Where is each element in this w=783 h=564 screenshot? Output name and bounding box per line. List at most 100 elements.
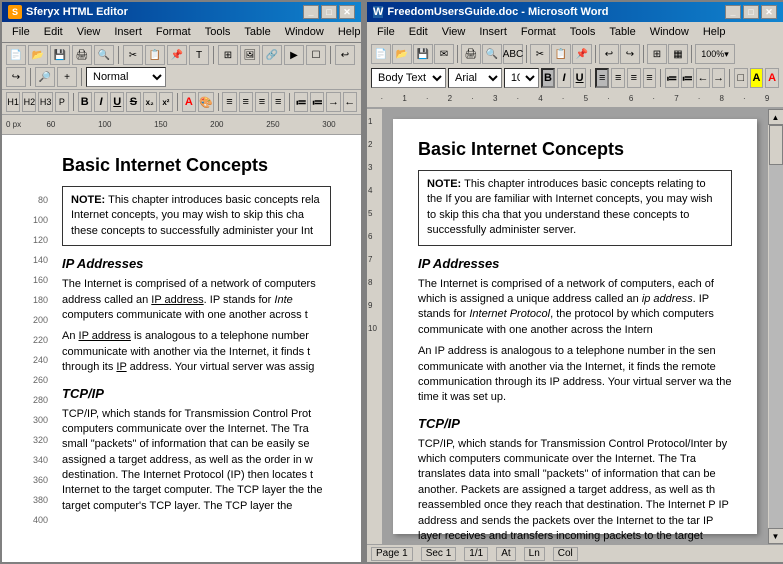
print-btn[interactable]: 🖨 <box>72 45 92 65</box>
word-menu-window[interactable]: Window <box>644 24 695 40</box>
menu-view[interactable]: View <box>71 24 107 40</box>
word-style-dropdown[interactable]: Body Text <box>371 68 446 88</box>
word-cut-btn[interactable]: ✂ <box>530 44 550 64</box>
table-insert-btn[interactable]: ⊞ <box>218 45 238 65</box>
open-btn[interactable]: 📂 <box>28 45 48 65</box>
subscript-btn[interactable]: x₂ <box>143 92 157 112</box>
left-editor-area[interactable]: 80100120140160 180200220240260 280300320… <box>2 135 361 562</box>
new-btn[interactable]: 📄 <box>6 45 26 65</box>
word-preview-btn[interactable]: 🔍 <box>482 44 502 64</box>
menu-table[interactable]: Table <box>238 24 276 40</box>
align-justify-btn[interactable]: ≡ <box>271 92 285 112</box>
ol-btn[interactable]: ≔ <box>310 92 324 112</box>
align-right-btn[interactable]: ≡ <box>255 92 269 112</box>
word-bullets-btn[interactable]: ≔ <box>681 68 695 88</box>
word-column-btn[interactable]: ▦ <box>668 44 688 64</box>
menu-file[interactable]: File <box>6 24 36 40</box>
word-italic-btn[interactable]: I <box>557 68 571 88</box>
word-zoom-btn[interactable]: 100%▾ <box>695 44 735 64</box>
word-email-btn[interactable]: ✉ <box>434 44 454 64</box>
word-increase-indent-btn[interactable]: → <box>712 68 726 88</box>
preview-btn[interactable]: 🔍 <box>94 45 114 65</box>
paste-btn[interactable]: 📌 <box>167 45 187 65</box>
indent-btn[interactable]: → <box>326 92 340 112</box>
align-left-btn[interactable]: ≡ <box>222 92 236 112</box>
word-align-justify-btn[interactable]: ≡ <box>643 68 657 88</box>
word-redo-btn[interactable]: ↪ <box>620 44 640 64</box>
word-align-right-btn[interactable]: ≡ <box>627 68 641 88</box>
word-print-btn[interactable]: 🖨 <box>461 44 481 64</box>
word-menu-view[interactable]: View <box>436 24 472 40</box>
word-menu-table[interactable]: Table <box>603 24 641 40</box>
h1-btn[interactable]: H1 <box>6 92 20 112</box>
word-decrease-indent-btn[interactable]: ← <box>696 68 710 88</box>
word-menu-help[interactable]: Help <box>697 24 732 40</box>
h3-btn[interactable]: H3 <box>38 92 52 112</box>
form-btn[interactable]: ☐ <box>306 45 326 65</box>
minimize-btn[interactable]: _ <box>303 5 319 19</box>
word-menu-format[interactable]: Format <box>515 24 562 40</box>
cut-btn[interactable]: ✂ <box>123 45 143 65</box>
word-outside-border-btn[interactable]: □ <box>734 68 748 88</box>
word-font-dropdown[interactable]: Arial <box>448 68 502 88</box>
menu-help[interactable]: Help <box>332 24 367 40</box>
scroll-up-btn[interactable]: ▲ <box>768 109 783 125</box>
word-new-btn[interactable]: 📄 <box>371 44 391 64</box>
menu-edit[interactable]: Edit <box>38 24 69 40</box>
menu-format[interactable]: Format <box>150 24 197 40</box>
undo-btn[interactable]: ↩ <box>335 45 355 65</box>
style-dropdown[interactable]: Normal <box>86 67 166 87</box>
superscript-btn[interactable]: x² <box>159 92 173 112</box>
align-center-btn[interactable]: ≡ <box>239 92 253 112</box>
copy-btn[interactable]: 📋 <box>145 45 165 65</box>
image-btn[interactable]: 🖼 <box>240 45 260 65</box>
right-doc-area[interactable]: Basic Internet Concepts NOTE: This chapt… <box>383 109 767 544</box>
outdent-btn[interactable]: ← <box>343 92 357 112</box>
word-undo-btn[interactable]: ↩ <box>599 44 619 64</box>
scroll-track[interactable] <box>769 125 783 528</box>
word-save-btn[interactable]: 💾 <box>413 44 433 64</box>
bold-btn[interactable]: B <box>78 92 92 112</box>
underline-btn[interactable]: U <box>110 92 124 112</box>
word-bold-btn[interactable]: B <box>541 68 555 88</box>
word-menu-tools[interactable]: Tools <box>564 24 602 40</box>
menu-insert[interactable]: Insert <box>108 24 148 40</box>
paragraph-btn[interactable]: P <box>55 92 69 112</box>
find-btn[interactable]: 🔎 <box>35 67 55 87</box>
fontcolor-btn[interactable]: A <box>182 92 196 112</box>
maximize-btn[interactable]: □ <box>321 5 337 19</box>
word-highlight-btn[interactable]: A <box>750 68 764 88</box>
word-copy-btn[interactable]: 📋 <box>551 44 571 64</box>
word-paste-btn[interactable]: 📌 <box>572 44 592 64</box>
right-close-btn[interactable]: ✕ <box>761 5 777 19</box>
zoom-in-btn[interactable]: + <box>57 67 77 87</box>
right-minimize-btn[interactable]: _ <box>725 5 741 19</box>
save-btn[interactable]: 💾 <box>50 45 70 65</box>
word-spell-btn[interactable]: ABC <box>503 44 523 64</box>
word-align-left-btn[interactable]: ≡ <box>595 68 609 88</box>
word-fontcolor-btn[interactable]: A <box>765 68 779 88</box>
word-fontsize-dropdown[interactable]: 10 <box>504 68 539 88</box>
italic-btn[interactable]: I <box>94 92 108 112</box>
h2-btn[interactable]: H2 <box>22 92 36 112</box>
media-btn[interactable]: ▶ <box>284 45 304 65</box>
word-align-center-btn[interactable]: ≡ <box>611 68 625 88</box>
ul-btn[interactable]: ≔ <box>294 92 308 112</box>
paste-text-btn[interactable]: T <box>189 45 209 65</box>
scroll-down-btn[interactable]: ▼ <box>768 528 783 544</box>
strikethrough-btn[interactable]: S <box>126 92 140 112</box>
left-editor-content[interactable]: Basic Internet Concepts NOTE: This chapt… <box>52 145 341 552</box>
close-btn[interactable]: ✕ <box>339 5 355 19</box>
bgcolor-btn[interactable]: 🎨 <box>198 92 214 112</box>
word-menu-edit[interactable]: Edit <box>403 24 434 40</box>
word-menu-insert[interactable]: Insert <box>473 24 513 40</box>
menu-window[interactable]: Window <box>279 24 330 40</box>
link-btn[interactable]: 🔗 <box>262 45 282 65</box>
scroll-thumb[interactable] <box>769 125 783 165</box>
word-numbering-btn[interactable]: ≔ <box>665 68 679 88</box>
redo-btn[interactable]: ↪ <box>6 67 26 87</box>
menu-tools[interactable]: Tools <box>199 24 237 40</box>
word-open-btn[interactable]: 📂 <box>392 44 412 64</box>
word-menu-file[interactable]: File <box>371 24 401 40</box>
word-underline-btn[interactable]: U <box>573 68 587 88</box>
